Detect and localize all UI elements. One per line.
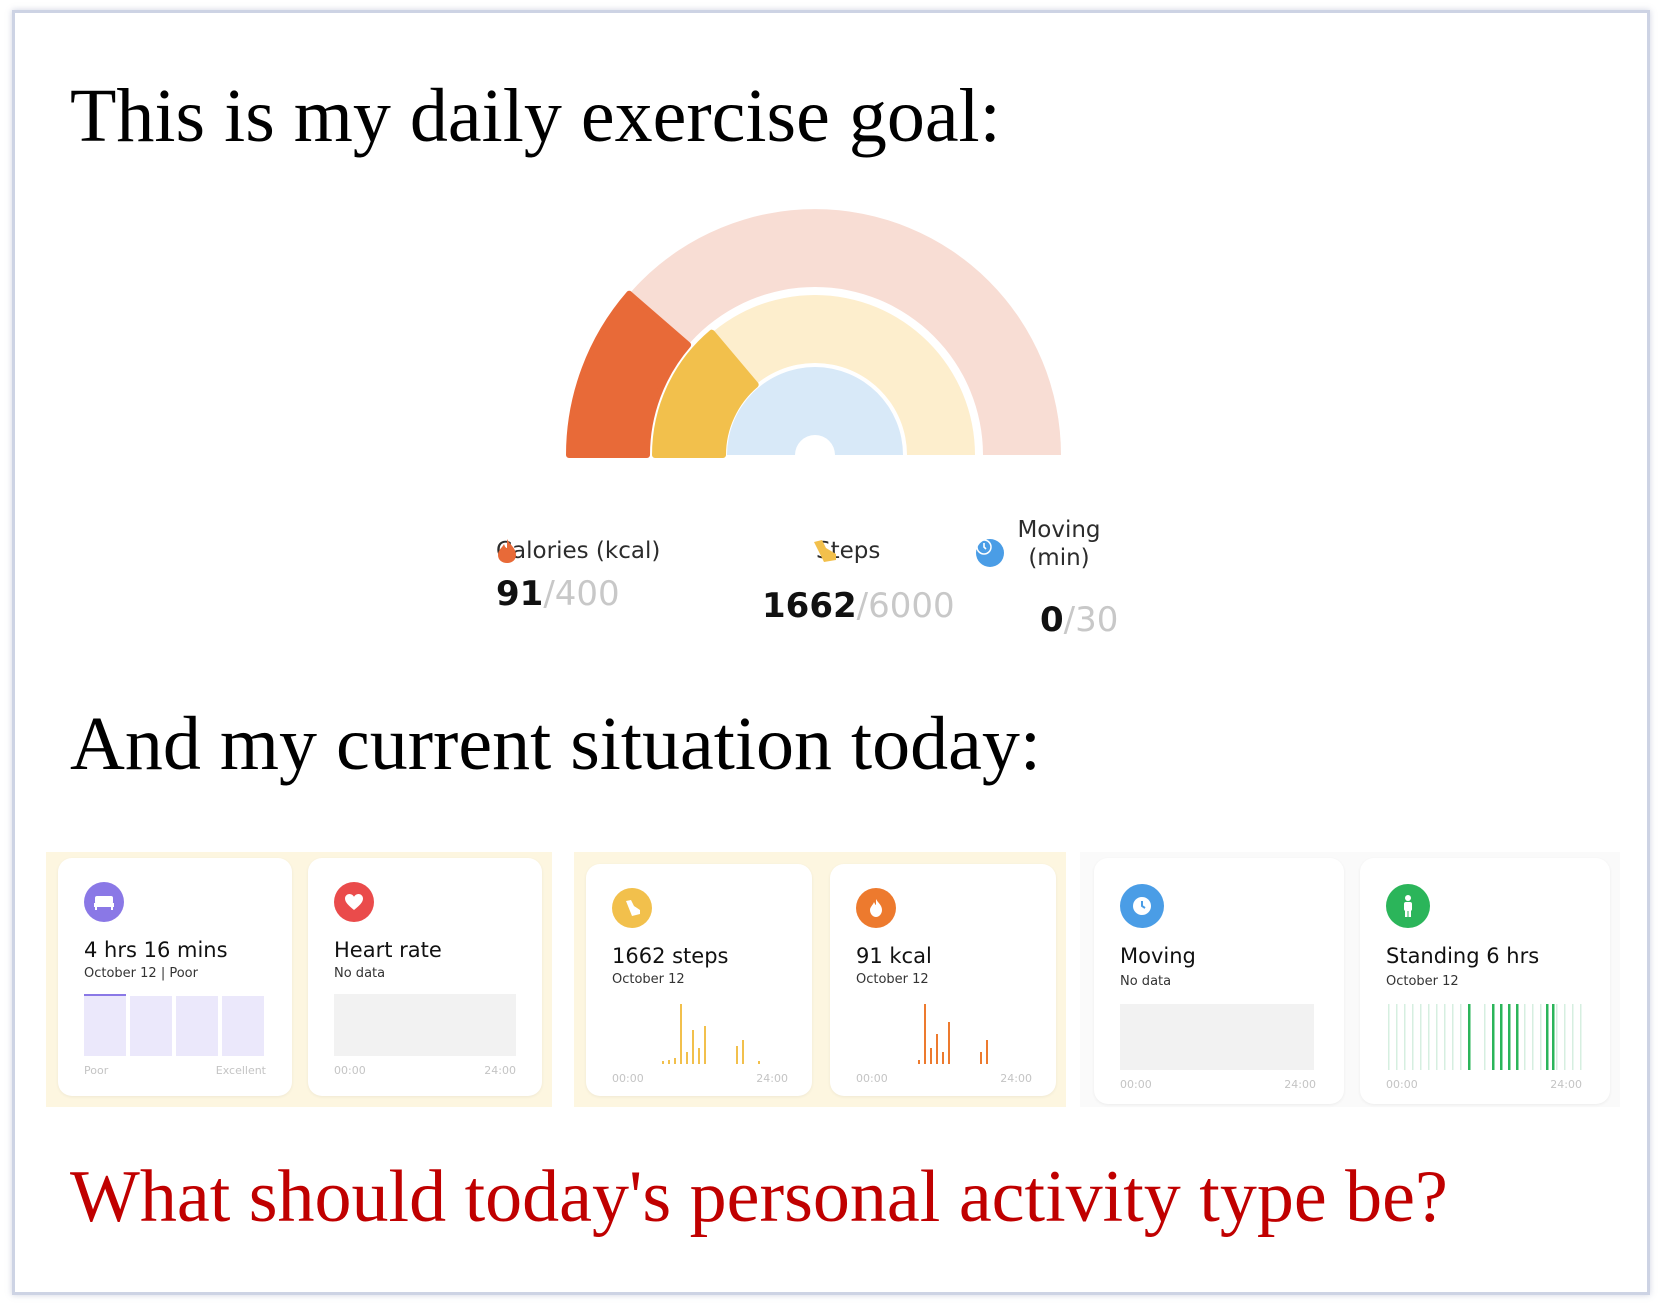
clock-icon bbox=[1120, 884, 1164, 928]
bed-icon bbox=[84, 882, 124, 922]
moving-axis-left: 00:00 bbox=[1120, 1078, 1152, 1091]
sleep-bar bbox=[222, 996, 264, 1056]
flame-icon bbox=[498, 539, 516, 563]
sleep-subtitle: October 12 | Poor bbox=[84, 966, 198, 981]
steps-axis-left: 00:00 bbox=[612, 1072, 644, 1085]
kcal-hourly-chart bbox=[918, 1004, 988, 1064]
goal-rings-panel: Calories (kcal) 91/400 Steps 1662/6000 M… bbox=[460, 190, 1180, 660]
sleep-title: 4 hrs 16 mins bbox=[84, 938, 228, 962]
calories-goal: /400 bbox=[543, 574, 620, 614]
heart-axis-right: 24:00 bbox=[484, 1064, 516, 1077]
sleep-axis-right: Excellent bbox=[215, 1064, 266, 1077]
moving-goal: /30 bbox=[1063, 600, 1119, 640]
person-icon bbox=[1386, 884, 1430, 928]
steps-current: 1662 bbox=[762, 586, 857, 626]
moving-label: Moving (min) bbox=[1017, 517, 1101, 571]
shoe-icon bbox=[814, 540, 836, 562]
moving-card-title: Moving bbox=[1120, 944, 1196, 968]
steps-card[interactable]: 1662 steps October 12 00:00 24:00 bbox=[586, 864, 812, 1096]
kcal-card-title: 91 kcal bbox=[856, 944, 932, 968]
kcal-axis-left: 00:00 bbox=[856, 1072, 888, 1085]
standing-hourly-chart bbox=[1388, 1004, 1582, 1070]
sleep-bar bbox=[176, 996, 218, 1056]
flame-icon bbox=[856, 888, 896, 928]
standing-card-title: Standing 6 hrs bbox=[1386, 944, 1540, 968]
sleep-bar bbox=[130, 996, 172, 1056]
steps-value: 1662/6000 bbox=[762, 586, 955, 626]
heart-subtitle: No data bbox=[334, 966, 386, 981]
moving-chart-placeholder bbox=[1120, 1004, 1314, 1070]
shoe-icon bbox=[612, 888, 652, 928]
standing-card-subtitle: October 12 bbox=[1386, 974, 1459, 989]
standing-axis-right: 24:00 bbox=[1550, 1078, 1582, 1091]
moving-card[interactable]: Moving No data 00:00 24:00 bbox=[1094, 858, 1344, 1104]
kcal-card[interactable]: 91 kcal October 12 00:00 24:00 bbox=[830, 864, 1056, 1096]
moving-axis-right: 24:00 bbox=[1284, 1078, 1316, 1091]
sleep-card[interactable]: 4 hrs 16 mins October 12 | Poor Poor Exc… bbox=[58, 858, 292, 1096]
heart-icon bbox=[334, 882, 374, 922]
sleep-bar bbox=[84, 996, 126, 1056]
steps-card-title: 1662 steps bbox=[612, 944, 729, 968]
calories-label: Calories (kcal) bbox=[496, 538, 661, 564]
sleep-axis-left: Poor bbox=[84, 1064, 109, 1077]
moving-card-subtitle: No data bbox=[1120, 974, 1172, 989]
kcal-card-subtitle: October 12 bbox=[856, 972, 929, 987]
moving-value: 0/30 bbox=[1040, 600, 1118, 640]
question-text: What should today's personal activity ty… bbox=[70, 1156, 1448, 1238]
steps-card-subtitle: October 12 bbox=[612, 972, 685, 987]
calories-metric: Calories (kcal) 91/400 bbox=[496, 538, 660, 614]
kcal-axis-right: 24:00 bbox=[1000, 1072, 1032, 1085]
goal-heading: This is my daily exercise goal: bbox=[70, 74, 1001, 158]
moving-label-block: Moving (min) bbox=[1014, 516, 1104, 572]
steps-axis-right: 24:00 bbox=[756, 1072, 788, 1085]
standing-card[interactable]: Standing 6 hrs October 12 00:00 24:00 bbox=[1360, 858, 1610, 1104]
steps-metric: Steps bbox=[810, 538, 880, 564]
moving-current: 0 bbox=[1040, 600, 1064, 640]
heart-axis-left: 00:00 bbox=[334, 1064, 366, 1077]
steps-hourly-chart bbox=[662, 1004, 760, 1064]
heart-title: Heart rate bbox=[334, 938, 442, 962]
heart-rate-card[interactable]: Heart rate No data 00:00 24:00 bbox=[308, 858, 542, 1096]
clock-icon bbox=[976, 539, 1004, 567]
standing-axis-left: 00:00 bbox=[1386, 1078, 1418, 1091]
heart-chart-placeholder bbox=[334, 994, 516, 1056]
current-heading: And my current situation today: bbox=[70, 702, 1041, 786]
calories-current: 91 bbox=[496, 574, 544, 614]
steps-goal: /6000 bbox=[856, 586, 955, 626]
